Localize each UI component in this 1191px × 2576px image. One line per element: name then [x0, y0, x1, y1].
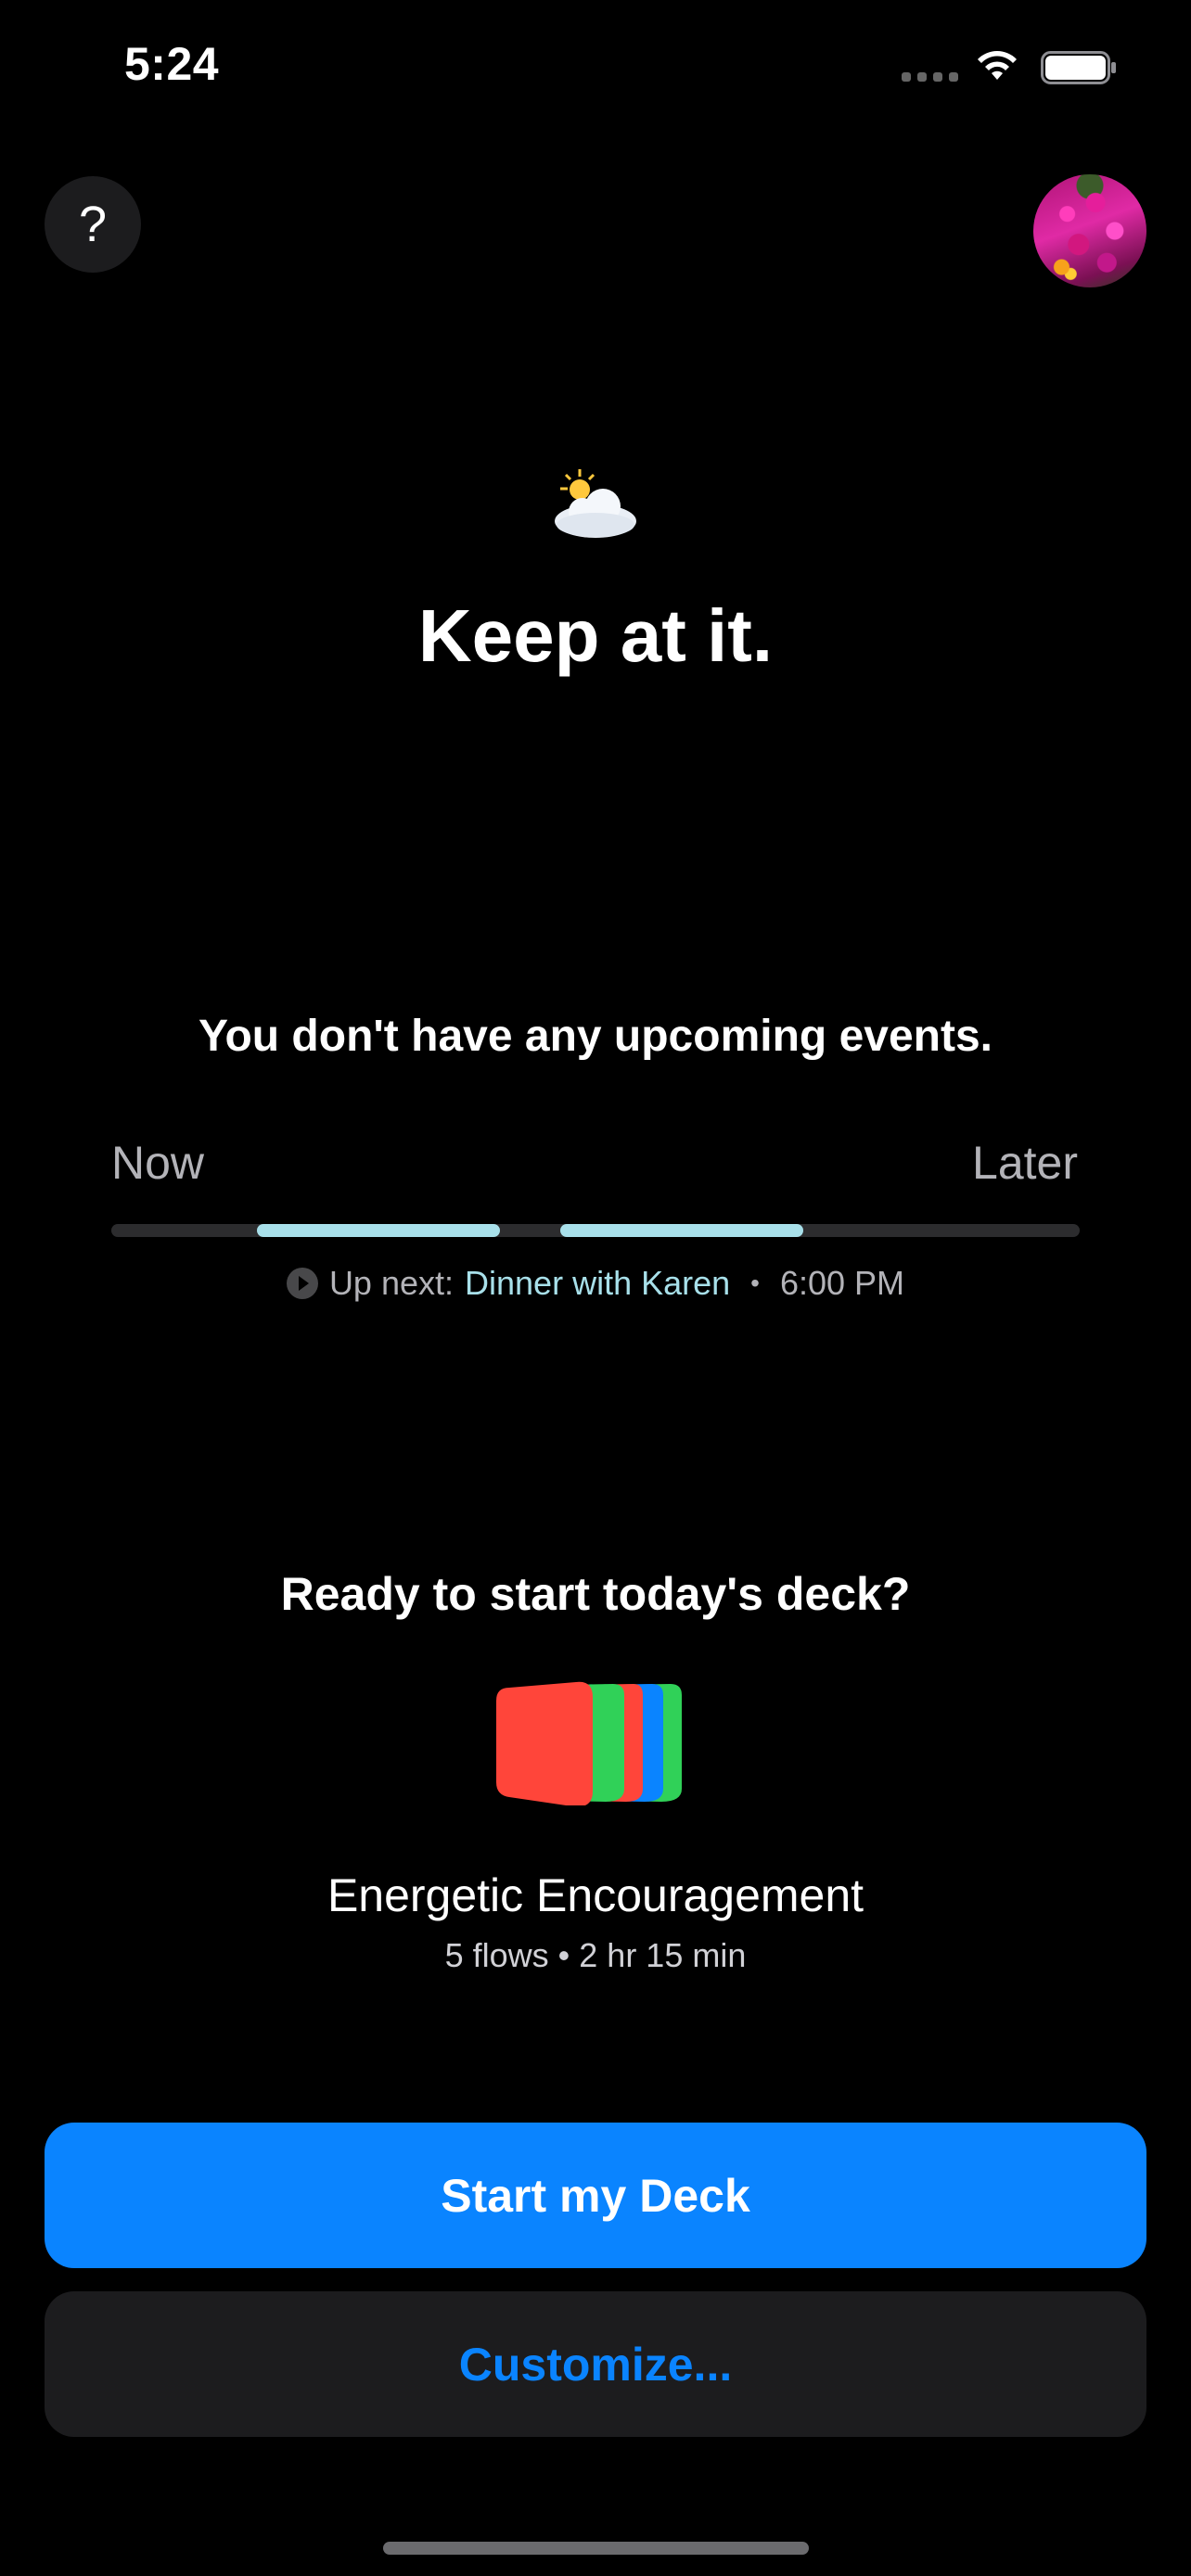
deck-name: Energetic Encouragement: [327, 1869, 864, 1921]
help-button[interactable]: ?: [45, 176, 141, 273]
timeline-start-label: Now: [111, 1137, 205, 1189]
deck-prompt: Ready to start today's deck?: [280, 1568, 911, 1620]
question-mark-icon: ?: [78, 197, 108, 252]
wifi-icon: [978, 51, 1017, 80]
start-deck-button[interactable]: Start my Deck: [45, 2123, 1146, 2268]
battery-icon: [1041, 51, 1116, 84]
timeline-track: [111, 1224, 1080, 1237]
up-next-prefix: Up next:: [328, 1264, 455, 1302]
home-indicator[interactable]: [383, 2542, 809, 2555]
start-deck-label: Start my Deck: [441, 2169, 750, 2222]
cellular-signal-icon: [902, 72, 958, 82]
up-next-time: 6:00 PM: [779, 1264, 905, 1302]
deck-cards-icon: [496, 1681, 682, 1805]
timeline-segment: [560, 1224, 803, 1237]
status-time: 5:24: [124, 38, 220, 90]
deck-meta: 5 flows • 2 hr 15 min: [444, 1936, 747, 1974]
separator-dot: •: [750, 1269, 760, 1297]
play-icon: [286, 1268, 318, 1299]
up-next-event: Dinner with Karen: [465, 1264, 731, 1302]
customize-button[interactable]: Customize...: [45, 2291, 1146, 2437]
timeline-segment: [257, 1224, 500, 1237]
up-next-row[interactable]: Up next: Dinner with Karen • 6:00 PM: [0, 1264, 1191, 1303]
timeline-end-label: Later: [972, 1137, 1078, 1189]
no-events-message: You don't have any upcoming events.: [198, 1012, 992, 1061]
profile-avatar[interactable]: [1033, 174, 1146, 287]
customize-label: Customize...: [458, 2338, 733, 2391]
sun-behind-cloud-icon: [555, 469, 636, 538]
page-title: Keep at it.: [417, 594, 774, 677]
